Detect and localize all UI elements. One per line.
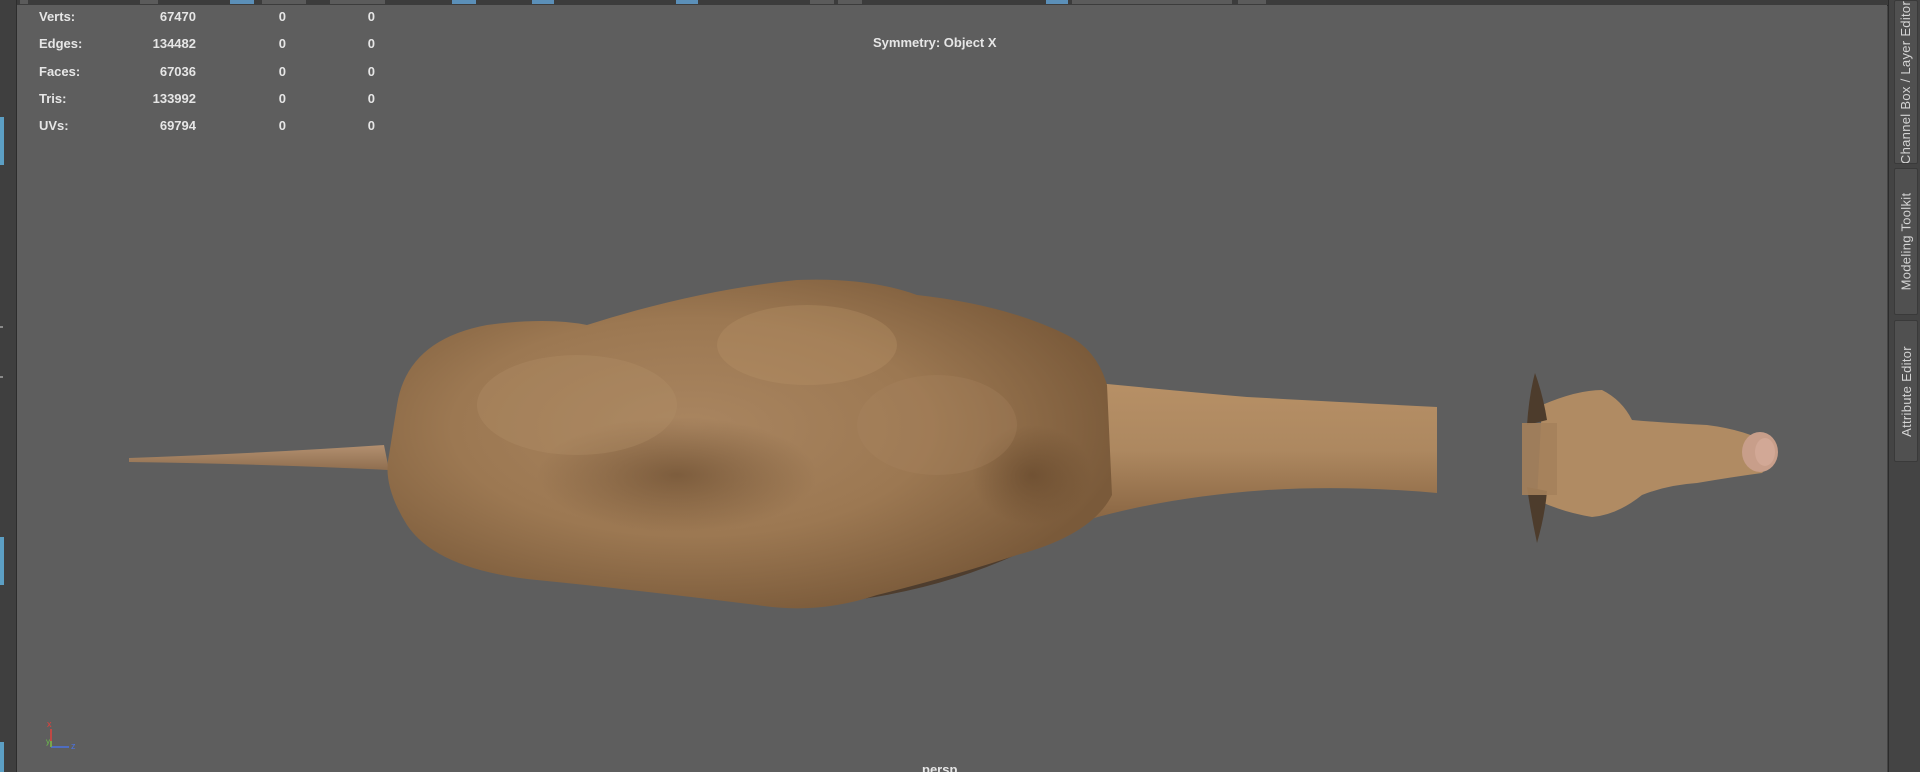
tab-attribute-editor-label: Attribute Editor (1898, 345, 1914, 437)
hud-row: Edges: 134482 0 0 (39, 36, 399, 63)
left-strip-marker[interactable] (0, 742, 4, 772)
hud-value: 0 (367, 63, 375, 79)
toolbar-button-active[interactable] (230, 0, 254, 4)
hud-value: 0 (278, 90, 286, 106)
tab-channel-box-label: Channel Box / Layer Editor (1898, 0, 1914, 164)
hud-label: Faces: (39, 63, 81, 79)
hud-value: 134482 (152, 36, 196, 52)
tab-attribute-editor[interactable]: Attribute Editor (1894, 320, 1918, 462)
hud-label: Tris: (39, 90, 67, 106)
hud-value: 0 (367, 9, 375, 24)
hud-value: 0 (278, 36, 286, 52)
right-tab-panel: Channel Box / Layer Editor Modeling Tool… (1888, 0, 1920, 772)
toolbar-button[interactable] (262, 0, 306, 4)
z-axis-label: z (71, 741, 76, 751)
y-axis-label: y (46, 737, 50, 746)
axis-gizmo: x y z (46, 719, 76, 751)
left-strip-tick (0, 326, 3, 328)
hud-value: 67470 (159, 9, 196, 24)
hud-value: 0 (278, 9, 286, 24)
left-strip-marker[interactable] (0, 117, 4, 165)
hud-row: Faces: 67036 0 0 (39, 64, 399, 91)
viewport-3d[interactable]: Verts: 67470 0 0 Edges: 134482 0 0 Faces: 67036 0 0… (17, 5, 1887, 772)
hud-value: 0 (278, 118, 286, 134)
hud-label: Edges: (39, 36, 83, 52)
toolbar-button[interactable] (140, 0, 158, 4)
hud-row: Tris: 133992 0 0 (39, 91, 399, 118)
hud-value: 0 (367, 90, 375, 106)
left-strip-marker[interactable] (0, 537, 4, 585)
left-strip-tick (0, 376, 3, 378)
hud-row: UVs: 69794 0 0 (39, 118, 399, 145)
cow-ear-left (1527, 373, 1547, 425)
cow-head (1537, 390, 1774, 517)
maya-application: Verts: 67470 0 0 Edges: 134482 0 0 Faces: 67036 0 0… (0, 0, 1920, 772)
hud-value: 0 (367, 36, 375, 52)
hud-value: 67036 (159, 63, 196, 79)
cow-tail (129, 445, 389, 470)
hud-row: Verts: 67470 0 0 (39, 9, 399, 36)
cow-neck (1077, 381, 1437, 520)
symmetry-indicator: Symmetry: Object X (873, 35, 997, 50)
toolbar-button[interactable] (810, 0, 834, 4)
toolbar-button-active[interactable] (452, 0, 476, 4)
toolbar-button-active[interactable] (1046, 0, 1068, 4)
cow-ear-right (1527, 487, 1547, 543)
toolbar-field[interactable] (1072, 0, 1232, 4)
poly-count-hud: Verts: 67470 0 0 Edges: 134482 0 0 Faces: 67036 0 0… (39, 9, 399, 145)
toolbar-button-active[interactable] (676, 0, 698, 4)
tab-modeling-toolkit[interactable]: Modeling Toolkit (1894, 168, 1918, 315)
hud-value: 133992 (152, 90, 196, 106)
toolbar-button[interactable] (1238, 0, 1266, 4)
toolbar-button[interactable] (838, 0, 862, 4)
x-axis-label: x (47, 719, 52, 729)
hud-value: 0 (367, 118, 375, 134)
hud-label: UVs: (39, 118, 69, 134)
tab-channel-box-layer-editor[interactable]: Channel Box / Layer Editor (1894, 0, 1918, 164)
left-tool-strip (0, 0, 17, 772)
hud-value: 0 (278, 63, 286, 79)
camera-name-label: persp (922, 762, 958, 772)
tab-modeling-toolkit-label: Modeling Toolkit (1898, 192, 1914, 291)
hud-label: Verts: (39, 9, 76, 24)
toolbar-button-active[interactable] (532, 0, 554, 4)
hud-value: 69794 (159, 118, 196, 134)
toolbar-button[interactable] (330, 0, 385, 4)
toolbar-button[interactable] (20, 0, 28, 4)
